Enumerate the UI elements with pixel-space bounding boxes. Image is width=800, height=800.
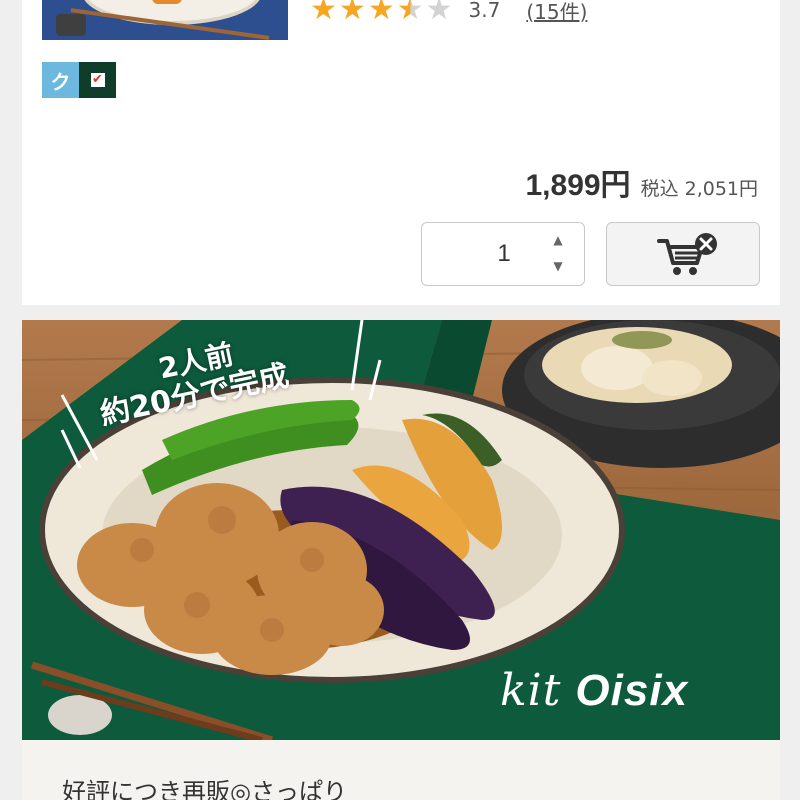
check-badge: ✔: [79, 62, 116, 98]
rating-value: 3.7: [468, 0, 501, 22]
increment-icon[interactable]: ▲: [550, 233, 566, 247]
brand-name: Oisix: [575, 666, 689, 715]
check-icon: ✔: [90, 72, 105, 87]
price-with-tax: 税込 2,051円: [640, 178, 758, 200]
brand-prefix: kit: [500, 665, 562, 716]
product-card: ★ ★ ★ ★ ★ 3.7 (15件) ク ✔ 1,899円 税込 2,051円…: [22, 0, 780, 305]
star-full-icon: ★: [367, 0, 395, 27]
product-rating: ★ ★ ★ ★ ★ 3.7 (15件): [310, 0, 587, 30]
decrement-icon[interactable]: ▼: [550, 259, 566, 273]
product-thumbnail[interactable]: [42, 0, 288, 40]
price: 1,899円 税込 2,051円: [525, 160, 758, 204]
thumbnail-chopstick-rest: [56, 14, 86, 36]
star-full-icon: ★: [310, 0, 337, 27]
brand-logo: kit Oisix: [500, 665, 688, 716]
thumbnail-vegetable: [152, 0, 182, 4]
star-full-icon: ★: [338, 0, 366, 27]
quantity-stepper[interactable]: 1 ▲ ▼: [421, 222, 585, 286]
star-empty-icon: ★: [425, 0, 453, 27]
chilled-badge-label: ク: [50, 69, 71, 94]
review-count-link[interactable]: (15件): [526, 0, 587, 25]
price-main: 1,899円: [525, 169, 631, 202]
cart-remove-icon: [657, 233, 717, 275]
next-product-title[interactable]: 好評につき再販◎さっぱり: [62, 772, 347, 800]
chilled-badge: ク: [42, 62, 79, 98]
star-half-icon: ★: [397, 0, 424, 30]
cart-button[interactable]: [606, 222, 760, 286]
